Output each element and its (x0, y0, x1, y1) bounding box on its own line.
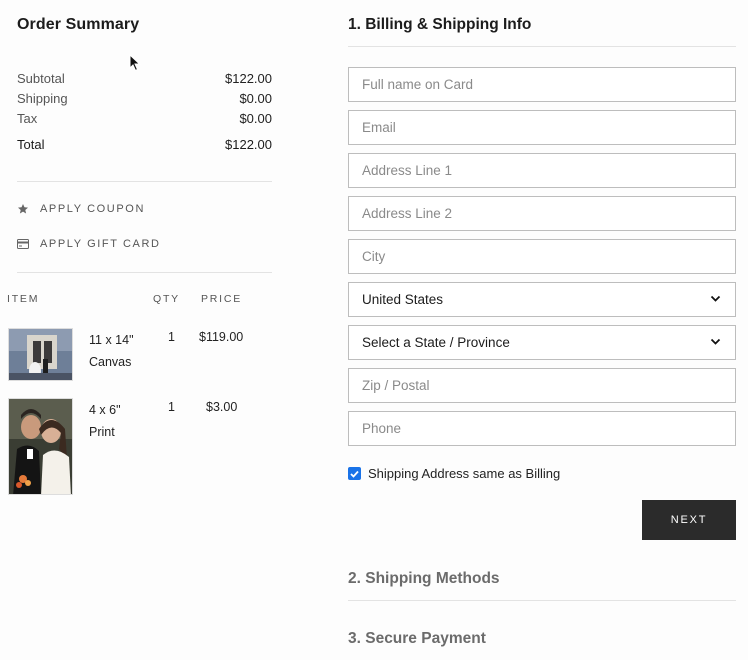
item-size: 4 x 6" (89, 403, 121, 417)
shipping-value: $0.00 (239, 91, 272, 106)
country-select[interactable]: United States (348, 282, 736, 317)
same-as-billing-label: Shipping Address same as Billing (368, 466, 561, 481)
same-as-billing-row[interactable]: Shipping Address same as Billing (348, 466, 560, 481)
item-qty: 1 (168, 330, 175, 344)
full-name-input[interactable] (349, 68, 735, 101)
city-input[interactable] (349, 240, 735, 273)
step-billing-shipping-title[interactable]: 1. Billing & Shipping Info (348, 16, 531, 34)
apply-coupon-label: APPLY COUPON (40, 203, 145, 215)
same-as-billing-checkbox[interactable] (348, 467, 361, 480)
total-row: Total $122.00 (17, 136, 272, 156)
qty-column-header: QTY (153, 293, 180, 305)
phone-field[interactable] (348, 411, 736, 446)
item-qty: 1 (168, 400, 175, 414)
phone-input[interactable] (349, 412, 735, 445)
shipping-label: Shipping (17, 91, 68, 106)
email-input[interactable] (349, 111, 735, 144)
chevron-down-icon (710, 295, 721, 302)
address-line-1-field[interactable] (348, 153, 736, 188)
item-size: 11 x 14" (89, 333, 134, 347)
divider (348, 46, 736, 47)
state-province-select[interactable]: Select a State / Province (348, 325, 736, 360)
next-button[interactable]: NEXT (642, 500, 736, 540)
apply-gift-card-button[interactable]: APPLY GIFT CARD (17, 238, 161, 250)
credit-card-icon (17, 239, 29, 249)
star-icon (18, 204, 28, 214)
divider (17, 272, 272, 273)
item-type: Canvas (89, 355, 132, 369)
item-price: $119.00 (199, 330, 244, 344)
email-field[interactable] (348, 110, 736, 145)
shipping-row: Shipping $0.00 (17, 90, 272, 110)
subtotal-label: Subtotal (17, 71, 65, 86)
subtotal-row: Subtotal $122.00 (17, 70, 272, 90)
address-line-1-input[interactable] (349, 154, 735, 187)
apply-coupon-button[interactable]: APPLY COUPON (17, 203, 145, 215)
country-select-value: United States (362, 292, 444, 307)
divider (17, 181, 272, 182)
order-summary-title: Order Summary (17, 16, 140, 33)
price-column-header: PRICE (201, 293, 243, 305)
subtotal-value: $122.00 (225, 71, 272, 86)
zip-postal-input[interactable] (349, 369, 735, 402)
item-price: $3.00 (206, 400, 238, 414)
item-name: 11 x 14" Canvas (89, 329, 149, 373)
product-thumbnail (8, 328, 73, 381)
item-type: Print (89, 425, 115, 439)
apply-gift-card-label: APPLY GIFT CARD (40, 238, 161, 250)
tax-row: Tax $0.00 (17, 110, 272, 130)
checkmark-icon (350, 470, 359, 478)
city-field[interactable] (348, 239, 736, 274)
tax-value: $0.00 (239, 111, 272, 126)
zip-postal-field[interactable] (348, 368, 736, 403)
step-secure-payment-title[interactable]: 3. Secure Payment (348, 630, 486, 648)
canvas-photo-image (9, 329, 72, 380)
full-name-field[interactable] (348, 67, 736, 102)
address-line-2-field[interactable] (348, 196, 736, 231)
chevron-down-icon (710, 338, 721, 345)
total-value: $122.00 (225, 137, 272, 152)
divider (348, 600, 736, 601)
state-select-value: Select a State / Province (362, 335, 510, 350)
total-label: Total (17, 137, 45, 152)
totals-table: Subtotal $122.00 Shipping $0.00 Tax $0.0… (17, 70, 272, 156)
item-column-header: ITEM (7, 293, 40, 305)
address-line-2-input[interactable] (349, 197, 735, 230)
item-name: 4 x 6" Print (89, 399, 149, 443)
step-shipping-methods-title[interactable]: 2. Shipping Methods (348, 570, 500, 588)
print-photo-image (9, 399, 72, 494)
product-thumbnail (8, 398, 73, 495)
tax-label: Tax (17, 111, 38, 126)
